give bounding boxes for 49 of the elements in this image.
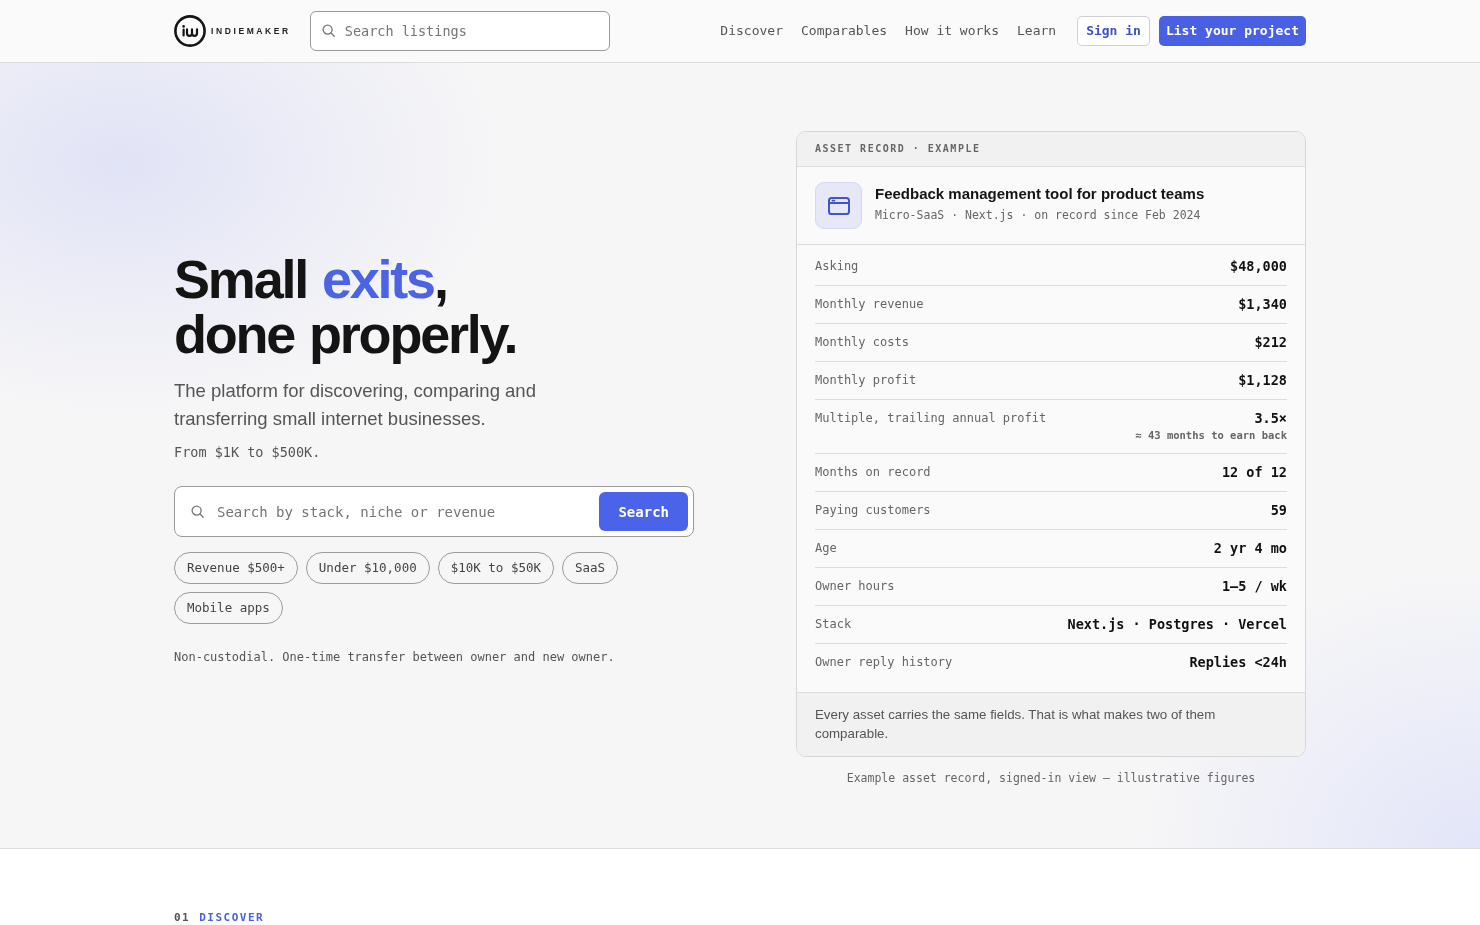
- field-label: Monthly costs: [815, 335, 909, 350]
- section-number: 01: [174, 912, 191, 924]
- card-footer-note: Every asset carries the same fields. That is what makes two of them comparable.: [797, 692, 1305, 756]
- search-field[interactable]: Search listings: [309, 11, 610, 51]
- field-label: Stack: [815, 617, 852, 632]
- logo-icon[interactable]: [174, 15, 206, 47]
- price-range-note: From $1K to $500K.: [174, 443, 322, 462]
- value-note: ≈ 43 months to earn back: [1135, 428, 1287, 442]
- section-label: DISCOVER: [199, 912, 265, 924]
- field-value: 1–5 / wk: [1221, 579, 1287, 594]
- field-value: 3.5×: [1254, 411, 1287, 426]
- field-value: $212: [1254, 335, 1287, 350]
- field-label: Monthly revenue: [815, 297, 924, 312]
- search-bar[interactable]: Search by stack, niche or revenue Search: [174, 486, 694, 537]
- headline: Small exits, done properly.: [174, 252, 518, 362]
- card-caption: Example asset record, signed-in view — illustrative figures: [845, 770, 1257, 786]
- field-label: Asking: [815, 259, 859, 274]
- sign-in-button[interactable]: Sign in: [1077, 16, 1150, 46]
- nav-link[interactable]: Learn: [1017, 23, 1057, 39]
- field-value: 59: [1270, 503, 1287, 518]
- field-value: Next.js · Postgres · Vercel: [1067, 617, 1287, 632]
- field-label: Monthly profit: [815, 373, 917, 388]
- nav-link[interactable]: Comparables: [801, 23, 888, 39]
- field-label: Paying customers: [815, 503, 931, 518]
- field-label: Age: [815, 541, 837, 556]
- listing-meta: Micro-SaaS · Next.js · on record since Feb 2024: [875, 207, 1202, 223]
- disclaimer-text: Non-custodial. One-time transfer between owner and new owner.: [174, 649, 616, 665]
- brand-name[interactable]: INDIEMAKER: [211, 26, 291, 36]
- card-header: ASSET RECORD · EXAMPLE: [797, 132, 1305, 167]
- field-label: Multiple, trailing annual profit: [815, 411, 1047, 426]
- list-project-button[interactable]: List your project: [1158, 16, 1306, 46]
- hero-description: The platform for discovering, comparing and transferring small internet businesses.: [174, 379, 537, 431]
- field-label: Months on record: [815, 465, 931, 480]
- field-value: $1,340: [1238, 297, 1287, 312]
- nav-link[interactable]: How it works: [905, 23, 999, 39]
- field-value: $1,128: [1238, 373, 1287, 388]
- field-label: Owner hours: [815, 579, 895, 594]
- search-icon: [191, 505, 204, 518]
- field-value: Replies <24h: [1189, 655, 1287, 670]
- search-input[interactable]: Search by stack, niche or revenue: [217, 499, 587, 524]
- field-label: Owner reply history: [815, 655, 953, 670]
- field-value: $48,000: [1230, 259, 1287, 274]
- field-value: 2 yr 4 mo: [1213, 541, 1287, 556]
- field-value: 12 of 12: [1221, 465, 1287, 480]
- nav-link[interactable]: Discover: [720, 23, 783, 39]
- browser-window-icon: [815, 182, 862, 229]
- listing-title: Feedback management tool for product teams: [875, 184, 1205, 204]
- search-icon: [321, 24, 335, 37]
- search-button[interactable]: Search: [599, 492, 688, 531]
